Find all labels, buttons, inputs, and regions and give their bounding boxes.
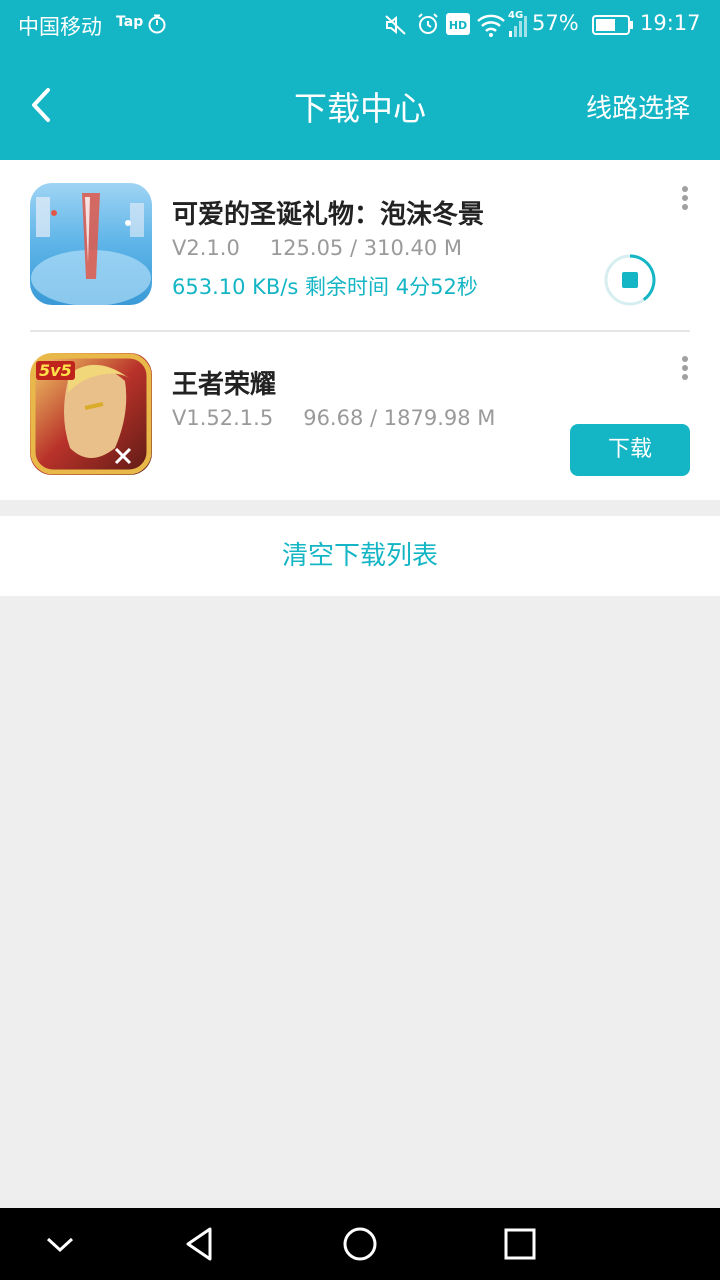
more-vertical-icon [672,356,698,380]
carrier-name: 中国移动 [18,15,102,39]
tap-label: Tap [116,14,144,30]
battery-icon [592,15,633,35]
route-select-button[interactable]: 线路选择 [586,88,690,125]
alarm-icon [418,13,438,34]
list-item: 5v5 王者荣耀 V1.52.1.5 96.68 / 1879.98 M 下载 [0,330,720,500]
app-icon-winter-scene[interactable] [30,183,152,305]
app-name: 王者荣耀 [172,370,277,400]
nav-recents-button[interactable] [500,1224,540,1264]
status-bar: 中国移动 Tap HD 4G 57% 19:17 [0,0,720,50]
back-triangle-icon [186,1227,212,1261]
home-circle-icon [343,1227,377,1261]
chevron-down-icon [46,1237,74,1253]
more-options-button[interactable] [672,186,698,216]
download-speed-line: 653.10 KB/s 剩余时间 4分52秒 [172,271,478,301]
app-meta: V1.52.1.5 96.68 / 1879.98 M [172,406,495,430]
hd-icon: HD [446,13,470,35]
download-list: 可爱的圣诞礼物：泡沫冬景 V2.1.0 125.05 / 310.40 M 653… [0,160,720,500]
mute-icon [385,15,406,35]
download-size: 125.05 / 310.40 M [269,236,462,260]
nav-hide-button[interactable] [40,1224,80,1264]
download-speed: 653.10 KB/s [172,275,299,299]
download-size: 96.68 / 1879.98 M [303,406,496,430]
badge-5v5: 5v5 [36,361,75,380]
clock: 19:17 [640,11,701,35]
pause-icon [604,254,656,306]
timer-icon [148,14,166,34]
app-header: 下载中心 线路选择 [0,50,720,160]
svg-text:HD: HD [449,19,467,32]
app-version: V2.1.0 [172,236,240,260]
more-vertical-icon [672,186,698,210]
signal-icon [509,16,527,37]
more-options-button[interactable] [672,356,698,386]
remaining-label: 剩余时间 [305,275,390,299]
app-meta: V2.1.0 125.05 / 310.40 M [172,236,462,260]
app-icon-honor-of-kings[interactable]: 5v5 [30,353,152,475]
download-button[interactable]: 下载 [570,424,690,476]
system-nav-bar [0,1208,720,1280]
status-icons: HD 4G 57% 19:17 [380,0,720,50]
list-item: 可爱的圣诞礼物：泡沫冬景 V2.1.0 125.05 / 310.40 M 653… [0,160,720,332]
pause-download-button[interactable] [603,253,657,307]
wifi-icon [477,14,505,37]
remaining-time: 4分52秒 [395,275,478,299]
clear-download-list-button[interactable]: 清空下载列表 [0,516,720,596]
app-name: 可爱的圣诞礼物：泡沫冬景 [172,200,485,230]
recents-square-icon [504,1228,536,1260]
battery-percent: 57% [532,11,579,35]
nav-home-button[interactable] [340,1224,380,1264]
nav-back-button[interactable] [180,1224,220,1264]
app-version: V1.52.1.5 [172,406,274,430]
